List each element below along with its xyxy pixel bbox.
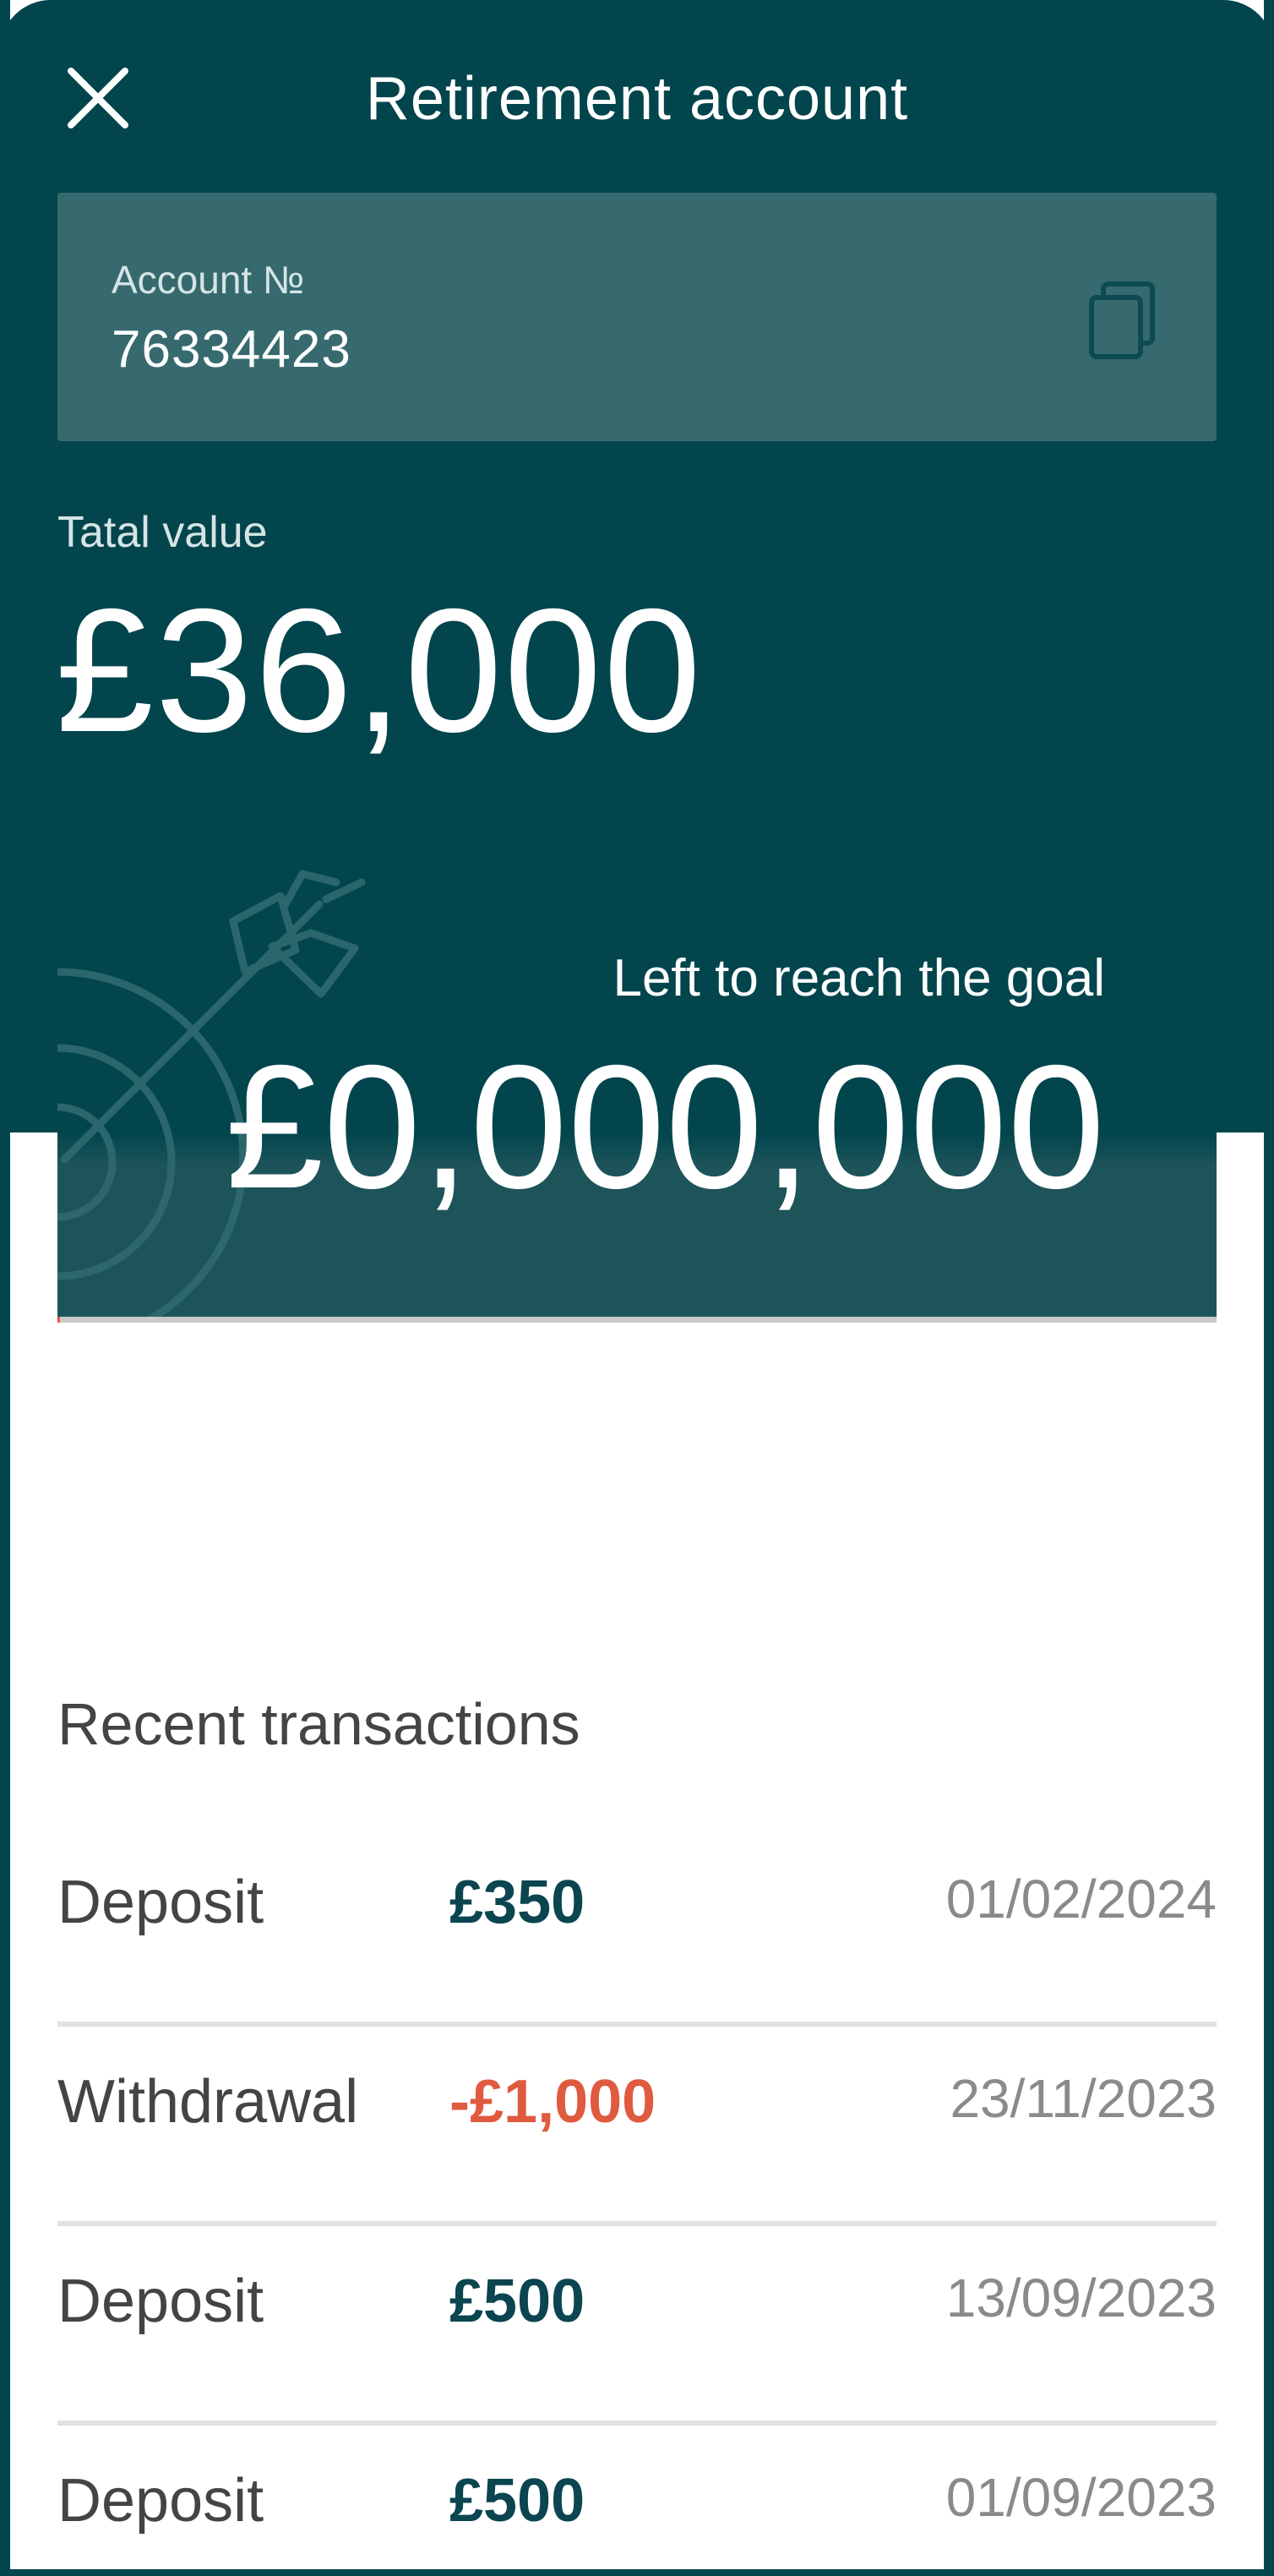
copy-icon [1089, 281, 1155, 359]
transaction-row[interactable]: Deposit £350 01/02/2024 [57, 1827, 1217, 2027]
transaction-type: Deposit [57, 2268, 264, 2335]
transaction-row[interactable]: Deposit £500 01/09/2023 [57, 2426, 1217, 2576]
goal-remaining-label: Left to reach the goal [612, 949, 1105, 1007]
transaction-amount: -£1,000 [449, 2068, 656, 2136]
transaction-type: Withdrawal [57, 2068, 359, 2136]
transaction-row[interactable]: Deposit £500 13/09/2023 [57, 2226, 1217, 2426]
account-card: Account № 76334423 [57, 193, 1217, 441]
account-number-label: Account № [112, 258, 305, 302]
retirement-account-screen: Retirement account Account № 76334423 Ta… [0, 0, 1274, 2576]
transaction-date: 01/09/2023 [945, 2467, 1217, 2528]
goal-progress-bar [57, 1317, 1217, 1323]
goal-progress-fill [57, 1317, 60, 1323]
account-number: 76334423 [112, 320, 351, 379]
transaction-type: Deposit [57, 1869, 264, 1936]
transactions-list: Deposit £350 01/02/2024 Withdrawal -£1,0… [57, 1827, 1217, 2576]
transaction-date: 01/02/2024 [945, 1869, 1217, 1929]
transaction-row[interactable]: Withdrawal -£1,000 23/11/2023 [57, 2027, 1217, 2226]
transaction-date: 13/09/2023 [945, 2268, 1217, 2328]
total-value: £36,000 [56, 573, 703, 769]
transaction-amount: £500 [449, 2268, 585, 2335]
page-title: Retirement account [365, 65, 909, 133]
transaction-amount: £500 [449, 2467, 585, 2535]
goal-remaining-value: £0,000,000 [225, 1029, 1105, 1225]
total-value-label: Tatal value [57, 508, 268, 557]
recent-transactions-title: Recent transactions [57, 1691, 580, 1757]
transaction-amount: £350 [449, 1869, 585, 1936]
transaction-date: 23/11/2023 [950, 2068, 1217, 2129]
transaction-type: Deposit [57, 2467, 264, 2535]
copy-account-number-button[interactable] [1085, 277, 1159, 362]
goal-card: Left to reach the goal £0,000,000 [57, 845, 1217, 1322]
